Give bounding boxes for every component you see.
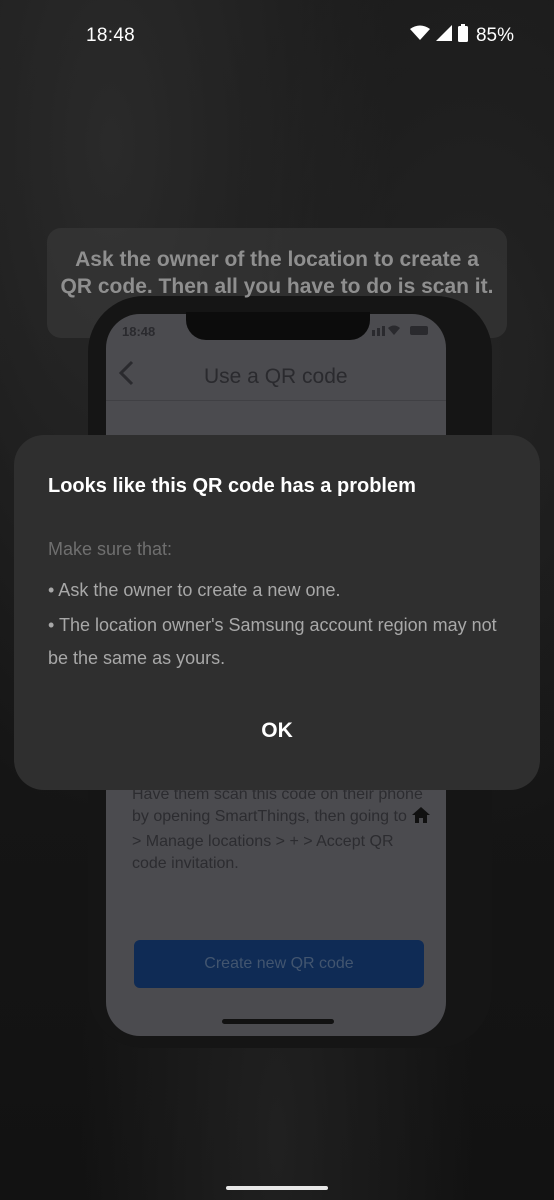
photographed-phone-time: 18:48 — [122, 324, 156, 339]
signal-icon — [435, 25, 452, 47]
dialog-title: Looks like this QR code has a problem — [48, 475, 416, 497]
home-icon — [411, 806, 431, 831]
photographed-instructions-part1: Have them scan this code on their phone … — [132, 786, 423, 825]
hint-text: Ask the owner of the location to create … — [60, 248, 494, 298]
ok-button[interactable]: OK — [227, 711, 327, 751]
status-time: 18:48 — [86, 25, 136, 46]
photographed-phone-status-icons — [372, 324, 432, 339]
dialog-subtitle: Make sure that: — [48, 539, 173, 559]
battery-percentage: 85% — [475, 25, 514, 46]
status-icons: 85% — [409, 24, 514, 48]
photographed-create-qr-button: Create new QR code — [134, 940, 424, 988]
status-bar: 18:48 85% — [0, 0, 554, 72]
gesture-nav-handle[interactable] — [226, 1186, 328, 1190]
qr-error-dialog: Looks like this QR code has a problem Ma… — [14, 435, 540, 790]
photographed-back-icon — [116, 358, 136, 396]
dialog-bullet-2: • The location owner's Samsung account r… — [48, 615, 497, 668]
phone-notch — [186, 312, 370, 340]
photographed-nav-title: Use a QR code — [204, 365, 348, 388]
dialog-bullet-1: • Ask the owner to create a new one. — [48, 580, 341, 600]
photographed-instructions: Have them scan this code on their phone … — [132, 784, 432, 875]
photographed-instructions-part2: > Manage locations > + > Accept QR code … — [132, 833, 394, 872]
photographed-home-indicator — [222, 1019, 334, 1024]
battery-icon — [457, 24, 468, 48]
wifi-icon — [409, 25, 430, 47]
photographed-divider — [106, 400, 446, 401]
